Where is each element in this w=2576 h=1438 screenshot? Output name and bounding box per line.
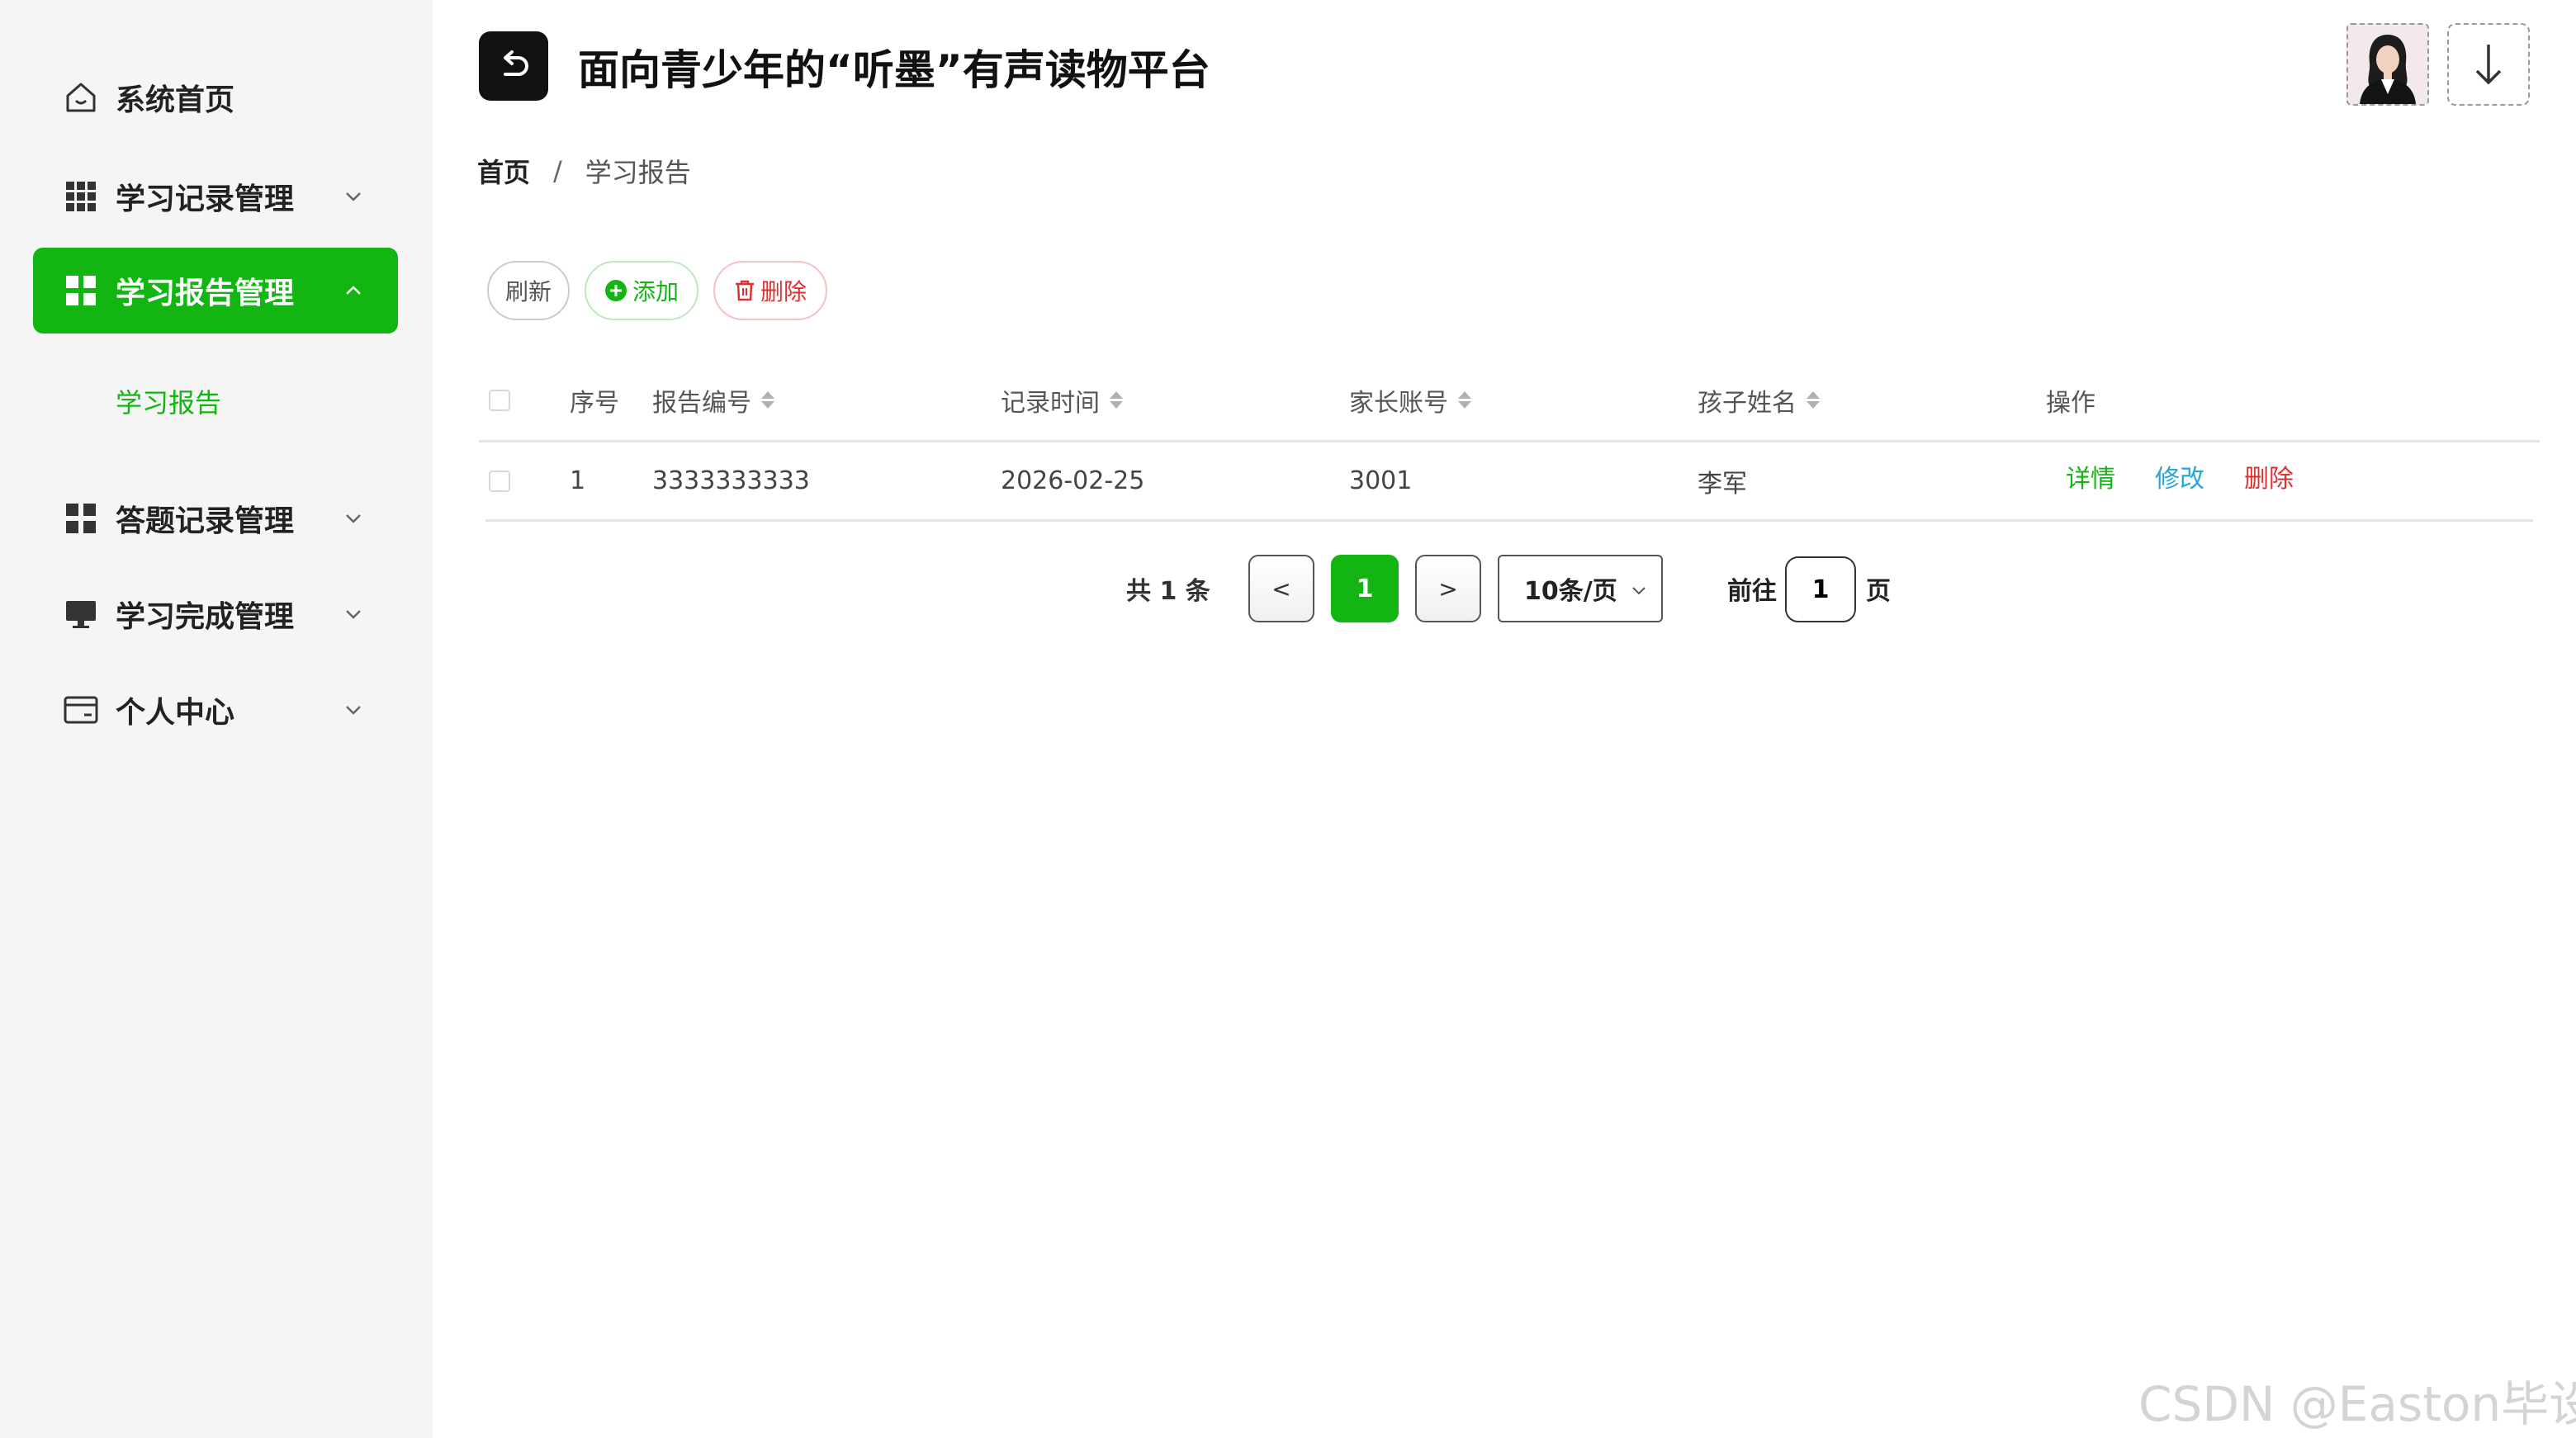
breadcrumb: 首页 / 学习报告	[477, 150, 691, 192]
sidebar-item-label: 学习完成管理	[116, 600, 295, 634]
page-size-select[interactable]: 10条/页	[1498, 555, 1663, 622]
sidebar-item-study-reports[interactable]: 学习报告管理	[33, 248, 398, 333]
delete-link[interactable]: 删除	[2244, 458, 2294, 494]
header-report-no[interactable]: 报告编号	[652, 360, 774, 440]
header-record-time-label: 记录时间	[1001, 388, 1100, 418]
monitor-icon	[63, 596, 99, 632]
data-table: 序号 报告编号 记录时间 家长账号 孩子姓名 操作 1 3333333333 2…	[479, 360, 2540, 522]
header-parent-account[interactable]: 家长账号	[1349, 360, 1471, 440]
chevron-up-icon	[346, 286, 361, 295]
breadcrumb-separator: /	[553, 155, 562, 187]
header-record-time[interactable]: 记录时间	[1001, 360, 1123, 440]
select-all-checkbox-cell	[489, 360, 510, 440]
chevron-down-icon	[1632, 587, 1646, 595]
goto-page-input[interactable]	[1785, 556, 1856, 622]
grid-4-icon	[63, 272, 99, 309]
header-parent-account-label: 家长账号	[1349, 388, 1448, 418]
sidebar-item-label: 学习记录管理	[116, 182, 295, 216]
breadcrumb-current: 学习报告	[585, 157, 691, 188]
sort-icon[interactable]	[761, 391, 774, 409]
pagination-total: 共 1 条	[1126, 577, 1210, 606]
breadcrumb-home[interactable]: 首页	[477, 152, 530, 190]
submenu-item-study-report[interactable]: 学习报告	[116, 378, 221, 424]
app-title: 面向青少年的“听墨”有声读物平台	[578, 46, 1210, 94]
cell-child-name: 李军	[1698, 469, 1747, 499]
select-all-checkbox[interactable]	[489, 389, 510, 411]
sidebar: 系统首页 学习记录管理 学习报告管理 学习报告 答题记录管理 学习完成管理 个人…	[0, 0, 433, 1438]
watermark: CSDN @Easton毕设	[2138, 1376, 2576, 1432]
add-button-label: 添加	[632, 278, 679, 305]
sidebar-item-personal-center[interactable]: 个人中心	[33, 667, 398, 753]
page-number-button[interactable]: 1	[1331, 555, 1399, 622]
cell-report-no: 3333333333	[652, 466, 810, 495]
cell-index: 1	[570, 466, 586, 495]
grid-9-icon	[63, 178, 99, 215]
cell-record-time: 2026-02-25	[1001, 466, 1145, 495]
add-button[interactable]: 添加	[585, 261, 698, 320]
edit-link[interactable]: 修改	[2155, 458, 2204, 494]
refresh-button[interactable]: 刷新	[487, 261, 570, 320]
back-arrow-icon	[504, 50, 528, 76]
sidebar-item-label: 个人中心	[116, 696, 235, 730]
arrow-down-icon	[2475, 45, 2502, 85]
chevron-down-icon	[346, 514, 361, 523]
sort-icon[interactable]	[1807, 391, 1820, 409]
sort-icon[interactable]	[1110, 391, 1123, 409]
sidebar-item-answer-records[interactable]: 答题记录管理	[33, 475, 398, 561]
sidebar-item-home[interactable]: 系统首页	[33, 54, 398, 140]
goto-label: 前往	[1727, 577, 1777, 606]
next-page-button[interactable]: >	[1415, 555, 1481, 622]
sort-icon[interactable]	[1458, 391, 1471, 409]
table-header: 序号 报告编号 记录时间 家长账号 孩子姓名 操作	[479, 360, 2540, 442]
home-icon	[63, 79, 99, 116]
chevron-down-icon	[346, 610, 361, 619]
detail-link[interactable]: 详情	[2066, 458, 2115, 494]
sidebar-item-label: 系统首页	[116, 83, 235, 117]
header-index: 序号	[570, 388, 619, 418]
chevron-down-icon	[346, 192, 361, 201]
sidebar-item-label: 答题记录管理	[116, 504, 295, 538]
trash-icon	[734, 279, 755, 302]
row-checkbox[interactable]	[489, 470, 510, 492]
download-button[interactable]	[2447, 23, 2530, 106]
row-checkbox-cell	[489, 442, 510, 519]
grid-4-icon	[63, 500, 99, 537]
table-row: 1 3333333333 2026-02-25 3001 李军 详情 修改 删除	[485, 442, 2533, 522]
chevron-down-icon	[346, 706, 361, 715]
goto-suffix: 页	[1866, 577, 1891, 606]
user-avatar-icon	[2348, 25, 2427, 104]
refresh-button-label: 刷新	[504, 278, 552, 305]
sidebar-item-study-records[interactable]: 学习记录管理	[33, 154, 398, 239]
avatar[interactable]	[2346, 23, 2429, 106]
sidebar-item-label: 学习报告管理	[116, 277, 295, 310]
card-icon	[63, 692, 99, 728]
prev-page-button[interactable]: <	[1248, 555, 1314, 622]
back-button[interactable]	[479, 31, 548, 101]
page-size-value: 10条/页	[1524, 577, 1617, 606]
header-child-name[interactable]: 孩子姓名	[1698, 360, 1820, 440]
plus-circle-icon	[604, 279, 627, 302]
header-report-no-label: 报告编号	[652, 388, 751, 418]
batch-delete-button[interactable]: 删除	[713, 261, 827, 320]
sidebar-item-study-completion[interactable]: 学习完成管理	[33, 571, 398, 657]
batch-delete-button-label: 删除	[760, 278, 807, 305]
cell-actions: 详情 修改 删除	[2066, 438, 2294, 514]
header-actions: 操作	[2046, 388, 2095, 418]
header-child-name-label: 孩子姓名	[1698, 388, 1797, 418]
cell-parent-account: 3001	[1349, 466, 1413, 495]
